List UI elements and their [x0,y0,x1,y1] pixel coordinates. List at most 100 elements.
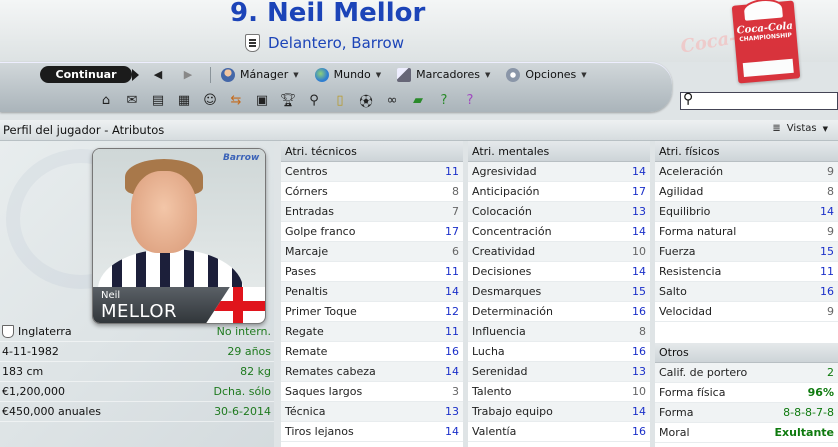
attribute-row[interactable]: Córners 8 [281,182,463,202]
attribute-name: Velocidad [659,305,713,318]
attribute-row[interactable]: Tiros lejanos 14 [281,422,463,442]
attribute-value: 17 [632,185,646,198]
attribute-row[interactable]: Serenidad 13 [468,362,650,382]
attribute-row[interactable]: Penaltis 14 [281,282,463,302]
attribute-row[interactable]: Remate 16 [281,342,463,362]
attribute-row[interactable]: Centros 11 [281,162,463,182]
globe-icon [314,67,329,82]
attribute-row[interactable]: Lucha 16 [468,342,650,362]
attribute-row[interactable]: Forma natural 9 [655,222,838,242]
news-icon[interactable]: ▤ [148,91,168,109]
attribute-row[interactable]: Equilibrio 14 [655,202,838,222]
attribute-name: Anticipación [472,185,540,198]
binoculars-icon[interactable]: ∞ [382,91,402,109]
attribute-row[interactable]: Entradas 7 [281,202,463,222]
attribute-name: Calif. de portero [659,366,748,379]
attribute-row[interactable]: Remates cabeza 14 [281,362,463,382]
position-club-link[interactable]: Delantero, Barrow [268,34,404,52]
attribute-row[interactable]: Técnica 13 [281,402,463,422]
attribute-row[interactable]: Pases 11 [281,262,463,282]
attribute-row[interactable]: Influencia 8 [468,322,650,342]
transfers-icon[interactable]: ⇆ [226,91,246,109]
finances-icon[interactable]: ▰ [408,91,428,109]
attribute-row[interactable]: Marcaje 6 [281,242,463,262]
squad-icon[interactable]: ☺ [200,91,220,109]
attribute-name: Forma física [659,386,726,399]
attribute-name: Influencia [472,325,526,338]
attribute-row[interactable]: Aceleración 9 [655,162,838,182]
attribute-value: 10 [632,245,646,258]
attribute-row[interactable]: Valentía 16 [468,422,650,442]
attribute-row[interactable]: Forma física 96% [655,383,838,403]
physical-attributes-panel: Atri. físicos Aceleración 9 Agilidad 8 Equil… [655,141,838,447]
views-button[interactable]: ≣ Vistas ▼ [772,123,828,134]
attribute-row[interactable]: Talento 10 [468,382,650,402]
back-arrow-icon[interactable]: ◀ [150,68,166,82]
attribute-row[interactable]: Salto 16 [655,282,838,302]
info-row-birth: 4-11-1982 29 años [0,342,274,362]
attribute-row[interactable]: Concentración 14 [468,222,650,242]
attribute-row[interactable]: Forma 8-8-8-7-8 [655,403,838,423]
club-crest-icon [245,34,260,52]
scout-icon[interactable]: ⚲ [304,91,324,109]
attribute-row[interactable]: Golpe franco 17 [281,222,463,242]
attribute-name: Golpe franco [285,225,356,238]
attribute-value: 9 [827,225,834,238]
calendar-icon[interactable]: ▦ [174,91,194,109]
trophy-icon[interactable]: 🏆︎ [278,91,298,109]
attribute-value: 16 [632,345,646,358]
home-icon[interactable]: ⌂ [96,91,116,109]
search-icon[interactable]: ⚲ [683,91,703,111]
options-icon [506,67,521,82]
menu-world[interactable]: Mundo ▼ [314,67,382,82]
attribute-row[interactable]: Moral Exultante [655,423,838,443]
continue-button[interactable]: Continuar [40,66,139,83]
attribute-row[interactable]: Saques largos 3 [281,382,463,402]
menu-manager[interactable]: Mánager ▼ [221,67,299,82]
attribute-name: Valentía [472,425,517,438]
attribute-row[interactable]: Calif. de portero 2 [655,363,838,383]
help-icon[interactable]: ? [434,91,454,109]
attribute-row[interactable]: Determinación 16 [468,302,650,322]
attribute-row[interactable]: Primer Toque 12 [281,302,463,322]
attribute-value: 9 [827,305,834,318]
attribute-name: Serenidad [472,365,528,378]
attribute-row[interactable]: Desmarques 15 [468,282,650,302]
attribute-name: Forma [659,406,694,419]
info-icon[interactable]: ? [460,91,480,109]
info-rows: Inglaterra No intern. 4-11-1982 29 años … [0,322,274,422]
attribute-row[interactable]: Decisiones 14 [468,262,650,282]
attribute-row[interactable]: Regate 11 [281,322,463,342]
attribute-row[interactable]: Creatividad 10 [468,242,650,262]
attribute-value: 12 [445,305,459,318]
attribute-value: 16 [632,425,646,438]
attribute-row[interactable]: Velocidad 9 [655,302,838,322]
menu-options[interactable]: Opciones ▼ [506,67,587,82]
attribute-row[interactable]: Fuerza 15 [655,242,838,262]
attribute-value: 14 [632,405,646,418]
match-icon[interactable]: ⚽︎ [356,91,376,110]
attribute-row[interactable]: Resistencia 11 [655,262,838,282]
attribute-value: 7 [452,205,459,218]
attribute-row[interactable]: Agilidad 8 [655,182,838,202]
technical-attributes-panel: Atri. técnicos Centros 11 Córners 8 Entradas… [281,141,463,447]
attribute-row[interactable]: Colocación 13 [468,202,650,222]
attribute-row[interactable]: Trabajo equipo 14 [468,402,650,422]
attribute-name: Remates cabeza [285,365,376,378]
attribute-row[interactable]: Anticipación 17 [468,182,650,202]
attribute-value: 15 [632,285,646,298]
first-name: Neil [101,290,121,301]
attribute-row[interactable]: Agresividad 14 [468,162,650,182]
tactics-icon[interactable]: ▣ [252,91,272,109]
attribute-name: Centros [285,165,328,178]
toolbar-icons: ⌂ ✉ ▤ ▦ ☺ ⇆ ▣ 🏆︎ ⚲ ▯ ⚽︎ ∞ ▰ ? ? [96,90,480,110]
search-input[interactable] [680,92,838,110]
inbox-icon[interactable]: ✉ [122,91,142,109]
notes-icon[interactable]: ▯ [330,91,350,109]
attribute-value: 11 [445,165,459,178]
menu-bookmarks[interactable]: Marcadores ▼ [397,67,490,82]
attribute-value: 14 [632,165,646,178]
chevron-down-icon: ▼ [375,70,382,79]
attribute-name: Agilidad [659,185,704,198]
forward-arrow-icon[interactable]: ▶ [180,68,196,82]
